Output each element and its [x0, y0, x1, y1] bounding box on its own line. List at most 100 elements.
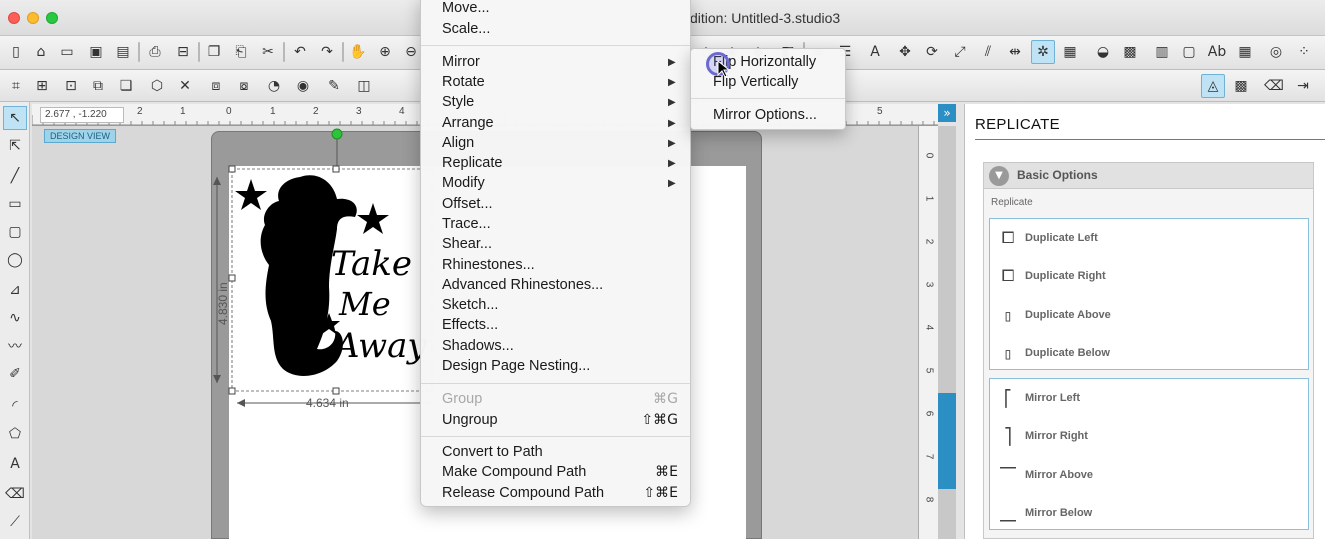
undo-icon[interactable]: ↶	[288, 40, 312, 64]
text-tool-icon[interactable]: A	[3, 452, 27, 476]
menu-item-trace[interactable]: Trace...	[442, 216, 491, 232]
fill-icon[interactable]: ◒	[1091, 40, 1115, 64]
nesting-icon[interactable]: ▦	[1058, 40, 1082, 64]
mirror-above-button[interactable]: ⎺ Mirror Above	[995, 462, 1295, 488]
menu-item-rotate[interactable]: Rotate	[442, 74, 485, 90]
color-fill-icon[interactable]: ▩	[1118, 40, 1142, 64]
collapse-panel-button[interactable]: »	[938, 104, 956, 122]
open-icon[interactable]: ⌂	[29, 40, 53, 64]
arc-tool-icon[interactable]: ◜	[3, 394, 27, 418]
menu-item-shadows[interactable]: Shadows...	[442, 338, 514, 354]
cross-icon[interactable]: ✕	[173, 74, 197, 98]
shape-icon[interactable]: ◔	[262, 74, 286, 98]
new-icon[interactable]: ▯	[4, 40, 28, 64]
pencil-tool-icon[interactable]: ✐	[3, 362, 27, 386]
eraser-tool-icon[interactable]: ⌫	[3, 482, 27, 506]
print-cut-icon[interactable]: ⊟	[171, 40, 195, 64]
edit-points-tool-icon[interactable]: ⇱	[3, 134, 27, 158]
pan-icon[interactable]: ✋	[346, 40, 370, 64]
minimize-window-button[interactable]	[27, 12, 39, 24]
print-icon[interactable]: ⎙	[143, 40, 167, 64]
resize-handle[interactable]	[332, 165, 340, 173]
menu-item-sketch[interactable]: Sketch...	[442, 297, 498, 313]
subtract-icon[interactable]: ⧇	[232, 74, 256, 98]
eraser-icon[interactable]: ⌫	[1262, 74, 1286, 98]
shear-icon[interactable]: ⫽	[976, 40, 1000, 64]
group-icon[interactable]: ⌗	[4, 74, 28, 98]
zoom-in-icon[interactable]: ⊕	[373, 40, 397, 64]
menu-item-arrange[interactable]: Arrange	[442, 115, 494, 131]
zoom-window-button[interactable]	[46, 12, 58, 24]
menu-item-release-compound-path[interactable]: Release Compound Path	[442, 485, 604, 501]
target-icon[interactable]: ◉	[291, 74, 315, 98]
mirror-left-button[interactable]: ⎡ Mirror Left	[995, 385, 1295, 411]
trace-icon[interactable]: ▢	[1177, 40, 1201, 64]
open-library-icon[interactable]: ▭	[55, 40, 79, 64]
point-edit-icon[interactable]: ✥	[893, 40, 917, 64]
page-icon[interactable]: ▥	[1150, 40, 1174, 64]
duplicate-below-button[interactable]: ▯ Duplicate Below	[995, 340, 1295, 366]
rounded-rect-tool-icon[interactable]: ▢	[3, 220, 27, 244]
3d-icon[interactable]: ⬡	[145, 74, 169, 98]
resize-handle[interactable]	[228, 387, 236, 395]
resize-handle[interactable]	[228, 165, 236, 173]
replicate-icon[interactable]: ✲	[1031, 40, 1055, 64]
duplicate-above-button[interactable]: ▯ Duplicate Above	[995, 302, 1295, 328]
duplicate-right-button[interactable]: ⧠ Duplicate Right	[995, 263, 1295, 289]
ab-text-icon[interactable]: Ab	[1205, 40, 1229, 64]
menu-item-design-page-nesting[interactable]: Design Page Nesting...	[442, 358, 590, 374]
menu-item-effects[interactable]: Effects...	[442, 317, 498, 333]
menu-item-make-compound-path[interactable]: Make Compound Path	[442, 464, 586, 480]
knife-tool-icon[interactable]: ⟋	[3, 510, 27, 534]
menu-item-replicate[interactable]: Replicate	[442, 155, 502, 171]
menu-item-ungroup[interactable]: Ungroup	[442, 412, 498, 428]
menu-item-align[interactable]: Align	[442, 135, 474, 151]
curve-tool-icon[interactable]: ∿	[3, 306, 27, 330]
rotate-icon[interactable]: ⟳	[920, 40, 944, 64]
grid-icon[interactable]: ▦	[1233, 40, 1257, 64]
collapse-section-icon[interactable]: ▼	[989, 166, 1009, 186]
resize-handle[interactable]	[228, 274, 236, 282]
selected-artwork[interactable]: Take Me Away 4.634 in 4.830 in	[205, 125, 435, 415]
menu-item-shear[interactable]: Shear...	[442, 236, 492, 252]
ungroup-icon[interactable]: ⊞	[30, 74, 54, 98]
rotate-handle[interactable]	[331, 128, 343, 140]
align-icon[interactable]: ⊡	[59, 74, 83, 98]
scale-icon[interactable]: ⤢	[948, 40, 972, 64]
menu-item-advanced-rhinestones[interactable]: Advanced Rhinestones...	[442, 277, 603, 293]
mirror-below-button[interactable]: ⎽ Mirror Below	[995, 500, 1295, 526]
copy-icon[interactable]: ❐	[202, 40, 226, 64]
design-view-icon[interactable]: ◬	[1201, 74, 1225, 98]
menu-item-mirror[interactable]: Mirror	[442, 54, 480, 70]
arrange-back-icon[interactable]: ❏	[114, 74, 138, 98]
polygon-tool-icon[interactable]: ⊿	[3, 278, 27, 302]
menu-item-style[interactable]: Style	[442, 94, 474, 110]
menu-item-move[interactable]: Move...	[442, 0, 490, 16]
pattern-fill-icon[interactable]: ▩	[1229, 74, 1253, 98]
ellipse-tool-icon[interactable]: ◯	[3, 248, 27, 272]
paste-icon[interactable]: ⎗	[229, 40, 253, 64]
weld-icon[interactable]: ⧈	[204, 74, 228, 98]
rhinestone-icon[interactable]: ◎	[1264, 40, 1288, 64]
mirror-icon[interactable]: ⇹	[1003, 40, 1027, 64]
menu-item-convert-to-path[interactable]: Convert to Path	[442, 444, 543, 460]
resize-handle[interactable]	[332, 387, 340, 395]
rectangle-tool-icon[interactable]: ▭	[3, 192, 27, 216]
menu-item-modify[interactable]: Modify	[442, 175, 485, 191]
cut-icon[interactable]: ✂	[256, 40, 280, 64]
redo-icon[interactable]: ↷	[315, 40, 339, 64]
arrange-front-icon[interactable]: ⧉	[86, 74, 110, 98]
freehand-tool-icon[interactable]: 〰	[3, 334, 27, 358]
layer-icon[interactable]: ◫	[352, 74, 376, 98]
select-tool-icon[interactable]: ↖	[3, 106, 27, 130]
menu-item-offset[interactable]: Offset...	[442, 196, 493, 212]
pen-icon[interactable]: ✎	[322, 74, 346, 98]
duplicate-left-button[interactable]: ⧠ Duplicate Left	[995, 225, 1295, 251]
text-style-icon[interactable]: A	[863, 40, 887, 64]
send-icon[interactable]: ⇥	[1291, 74, 1315, 98]
submenu-item-mirror-options[interactable]: Mirror Options...	[713, 107, 817, 123]
panel-scroll-thumb[interactable]	[938, 393, 956, 489]
menu-item-scale[interactable]: Scale...	[442, 21, 490, 37]
save-as-icon[interactable]: ▤	[111, 40, 135, 64]
regular-polygon-tool-icon[interactable]: ⬠	[3, 422, 27, 446]
